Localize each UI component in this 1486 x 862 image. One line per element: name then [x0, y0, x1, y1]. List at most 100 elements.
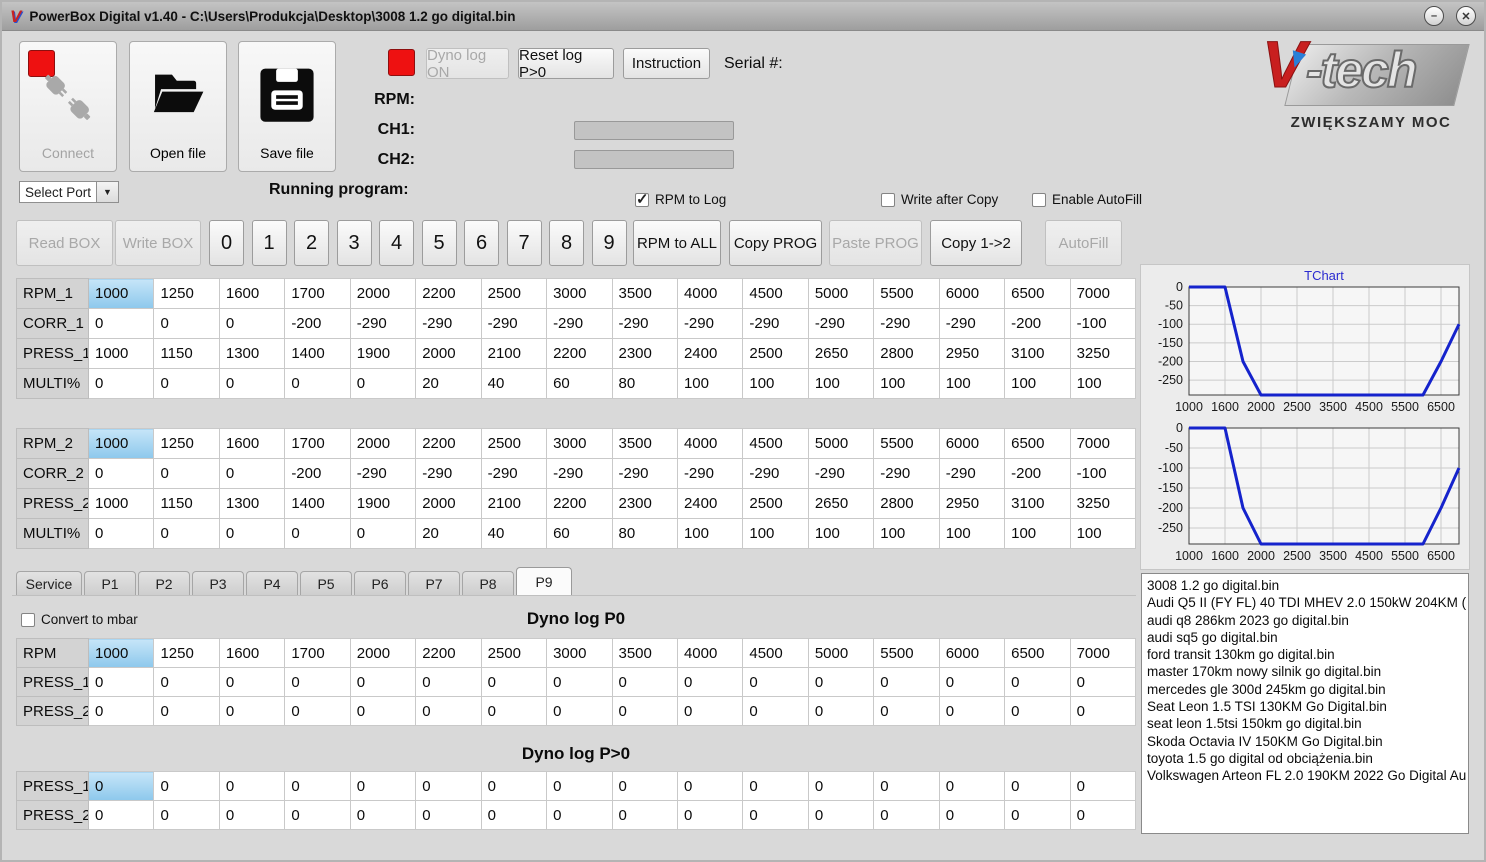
- tab-p1[interactable]: P1: [84, 571, 136, 596]
- cell[interactable]: -290: [415, 458, 482, 489]
- cell[interactable]: 100: [938, 368, 1006, 399]
- cell[interactable]: 1900: [349, 488, 417, 519]
- cell[interactable]: 0: [938, 771, 1006, 801]
- cell[interactable]: 0: [153, 308, 220, 339]
- cell[interactable]: 1150: [153, 488, 220, 519]
- close-button[interactable]: ✕: [1456, 6, 1476, 26]
- cell[interactable]: -290: [676, 308, 744, 339]
- cell[interactable]: 6000: [938, 428, 1006, 459]
- cell[interactable]: 0: [807, 771, 875, 801]
- cell[interactable]: 100: [1069, 518, 1137, 549]
- cell[interactable]: 1000: [87, 428, 155, 459]
- cell[interactable]: 20: [415, 368, 482, 399]
- cell[interactable]: 20: [415, 518, 482, 549]
- digit-9-button[interactable]: 9: [591, 220, 627, 266]
- cell[interactable]: 3000: [546, 638, 613, 668]
- cell[interactable]: -200: [1004, 308, 1071, 339]
- cell[interactable]: 0: [480, 800, 548, 830]
- cell[interactable]: 2000: [349, 428, 417, 459]
- cell[interactable]: 3250: [1069, 488, 1137, 519]
- cell[interactable]: 2100: [480, 338, 548, 369]
- cell[interactable]: 0: [87, 308, 155, 339]
- cell[interactable]: 0: [153, 667, 220, 697]
- cell[interactable]: 1300: [218, 338, 286, 369]
- enable-autofill-checkbox[interactable]: Enable AutoFill: [1032, 192, 1142, 207]
- dyno-log-on-button[interactable]: Dyno log ON: [426, 47, 509, 81]
- cell[interactable]: -290: [480, 308, 548, 339]
- cell[interactable]: -290: [938, 458, 1006, 489]
- cell[interactable]: 100: [676, 518, 744, 549]
- cell[interactable]: 0: [611, 667, 678, 697]
- cell[interactable]: 2800: [873, 488, 940, 519]
- cell[interactable]: 0: [807, 696, 875, 726]
- cell[interactable]: 0: [676, 771, 744, 801]
- cell[interactable]: 0: [611, 771, 678, 801]
- cell[interactable]: 0: [349, 696, 417, 726]
- cell[interactable]: 2500: [742, 338, 809, 369]
- cell[interactable]: -290: [349, 458, 417, 489]
- cell[interactable]: 1000: [87, 638, 155, 668]
- cell[interactable]: 0: [87, 696, 155, 726]
- cell[interactable]: 0: [742, 667, 809, 697]
- cell[interactable]: 1250: [153, 278, 220, 309]
- cell[interactable]: 0: [676, 696, 744, 726]
- tab-p6[interactable]: P6: [354, 571, 406, 596]
- minimize-button[interactable]: –: [1424, 6, 1444, 26]
- digit-1-button[interactable]: 1: [251, 220, 287, 266]
- cell[interactable]: 1000: [87, 278, 155, 309]
- cell[interactable]: 80: [611, 518, 678, 549]
- tab-p2[interactable]: P2: [138, 571, 190, 596]
- rpm-to-log-checkbox[interactable]: RPM to Log: [635, 190, 726, 208]
- tab-p7[interactable]: P7: [408, 571, 460, 596]
- cell[interactable]: 100: [1004, 368, 1071, 399]
- rpm-to-all-button[interactable]: RPM to ALL: [633, 220, 721, 266]
- cell[interactable]: -290: [480, 458, 548, 489]
- cell[interactable]: 0: [611, 696, 678, 726]
- cell[interactable]: -290: [807, 308, 875, 339]
- tab-p3[interactable]: P3: [192, 571, 244, 596]
- cell[interactable]: 4500: [742, 278, 809, 309]
- cell[interactable]: 2200: [415, 428, 482, 459]
- cell[interactable]: 0: [153, 458, 220, 489]
- cell[interactable]: 0: [87, 800, 155, 830]
- cell[interactable]: 5500: [873, 638, 940, 668]
- cell[interactable]: -290: [676, 458, 744, 489]
- digit-2-button[interactable]: 2: [294, 220, 329, 266]
- cell[interactable]: 2100: [480, 488, 548, 519]
- cell[interactable]: -290: [546, 458, 613, 489]
- cell[interactable]: 0: [1069, 800, 1137, 830]
- cell[interactable]: 100: [807, 518, 875, 549]
- cell[interactable]: 2950: [938, 338, 1006, 369]
- cell[interactable]: 3100: [1004, 338, 1071, 369]
- cell[interactable]: 0: [546, 800, 613, 830]
- cell[interactable]: 0: [284, 696, 351, 726]
- cell[interactable]: 0: [873, 800, 940, 830]
- tab-p8[interactable]: P8: [462, 571, 514, 596]
- cell[interactable]: 0: [87, 368, 155, 399]
- cell[interactable]: 4500: [742, 428, 809, 459]
- cell[interactable]: 100: [676, 368, 744, 399]
- cell[interactable]: 2000: [349, 278, 417, 309]
- file-list-item[interactable]: seat leon 1.5tsi 150km go digital.bin: [1147, 715, 1463, 732]
- file-list-item[interactable]: audi q8 286km 2023 go digital.bin: [1147, 612, 1463, 629]
- cell[interactable]: 0: [1004, 667, 1071, 697]
- cell[interactable]: 60: [546, 368, 613, 399]
- cell[interactable]: 0: [153, 518, 220, 549]
- file-list-item[interactable]: audi sq5 go digital.bin: [1147, 629, 1463, 646]
- cell[interactable]: 5000: [807, 278, 875, 309]
- cell[interactable]: 0: [153, 696, 220, 726]
- cell[interactable]: 0: [676, 800, 744, 830]
- file-list-item[interactable]: toyota 1.5 go digital od obciążenia.bin: [1147, 750, 1463, 767]
- cell[interactable]: 0: [87, 458, 155, 489]
- cell[interactable]: 0: [218, 458, 286, 489]
- cell[interactable]: 5000: [807, 428, 875, 459]
- cell[interactable]: 0: [218, 518, 286, 549]
- select-port-dropdown[interactable]: Select Port ▼: [19, 181, 119, 203]
- cell[interactable]: 1000: [87, 488, 155, 519]
- cell[interactable]: 2300: [611, 338, 678, 369]
- cell[interactable]: 0: [742, 800, 809, 830]
- cell[interactable]: 0: [349, 800, 417, 830]
- cell[interactable]: -290: [873, 458, 940, 489]
- cell[interactable]: 0: [938, 696, 1006, 726]
- cell[interactable]: -100: [1069, 458, 1137, 489]
